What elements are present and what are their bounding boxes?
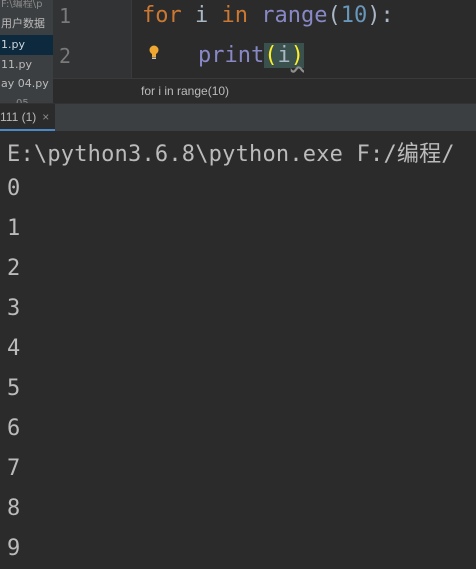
run-console[interactable]: E:\python3.6.8\python.exe F:/编程/ 0 1 2 3… [0,131,476,569]
breadcrumb-item[interactable]: for i in range(10) [141,84,229,98]
line-number-1: 1 [59,4,72,28]
lightbulb-icon[interactable] [148,44,160,62]
loop-variable: i [195,3,209,28]
console-command-line: E:\python3.6.8\python.exe F:/编程/ [7,142,455,167]
console-output-line: 6 [7,416,21,441]
console-output-line: 5 [7,376,21,401]
project-item-11py[interactable]: 11.py [0,55,53,75]
keyword-for: for [142,3,182,28]
paren-open-highlight: ( [264,43,278,68]
line-number-2: 2 [59,44,72,68]
run-tab-label: 111 (1) [0,109,37,124]
project-item-day04[interactable]: ay 04.py [0,74,53,94]
console-output-line: 4 [7,336,21,361]
paren-open: ( [327,3,341,28]
console-output-line: 0 [7,176,21,201]
project-item-user-data[interactable]: 用户数据 [0,14,53,34]
console-output-line: 7 [7,456,21,481]
code-editor[interactable]: for i in range(10): print(i) [132,0,476,78]
keyword-in: in [221,3,249,28]
breadcrumb: for i in range(10) [53,78,476,104]
builtin-print: print [198,43,265,68]
editor-gutter: 1 2 [53,0,132,78]
print-argument: i [277,43,291,68]
paren-close-colon: ): [367,3,394,28]
project-item-05[interactable]: 05 [0,94,53,103]
code-line-1: for i in range(10): [142,3,394,28]
number-literal: 10 [340,3,368,28]
console-output-line: 3 [7,296,21,321]
run-tab-bar: 111 (1) × [0,103,476,132]
project-path[interactable]: F:\编程\p [0,0,53,15]
console-output-line: 8 [7,496,21,521]
project-item-1py[interactable]: 1.py [0,35,53,55]
paren-close-highlight: ) [290,43,304,68]
console-output-line: 1 [7,216,21,241]
run-tab[interactable]: 111 (1) × [0,104,56,131]
console-output-line: 9 [7,536,21,561]
close-icon[interactable]: × [42,110,49,124]
project-panel: F:\编程\p 用户数据 1.py 11.py ay 04.py 05 [0,0,54,103]
console-output-line: 2 [7,256,21,281]
code-line-2: print(i) [198,43,304,68]
builtin-range: range [261,3,328,28]
